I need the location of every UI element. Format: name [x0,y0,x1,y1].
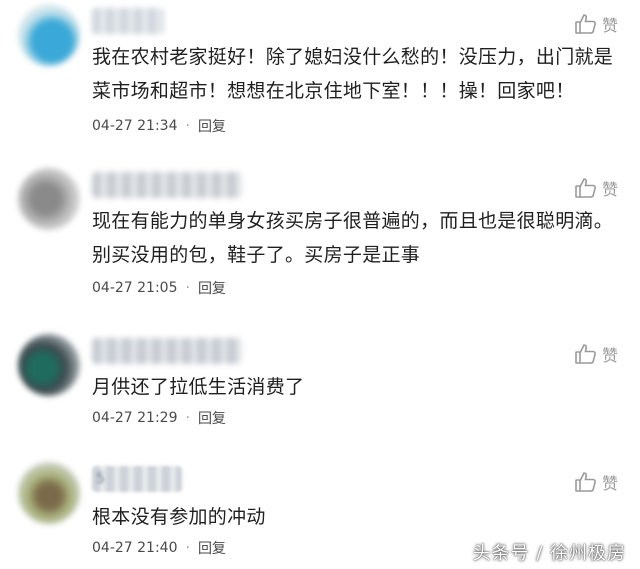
avatar[interactable] [18,4,80,66]
comment-text: 我在农村老家挺好！除了媳妇没什么愁的！没压力，出门就是菜市场和超市！想想在北京住… [92,46,614,102]
like-button[interactable]: 赞 [574,176,618,200]
avatar[interactable] [18,168,80,230]
reply-button[interactable]: 回复 [198,538,226,558]
separator: · [185,280,190,296]
thumbs-up-icon [575,178,596,198]
thumbs-up-icon [575,344,596,364]
comment-feed: 赞 我在农村老家挺好！除了媳妇没什么愁的！没压力，出门就是菜市场和超市！想想在北… [0,0,640,569]
comment-text: 根本没有参加的冲动 [92,506,266,528]
thumbs-up-icon [575,472,596,492]
like-button[interactable]: 赞 [574,342,618,366]
like-button[interactable]: 赞 [574,12,618,36]
reply-button[interactable]: 回复 [198,278,226,298]
username[interactable] [92,8,164,34]
comment-item: 赞 我在农村老家挺好！除了媳妇没什么愁的！没压力，出门就是菜市场和超市！想想在北… [0,4,640,154]
like-label: 赞 [601,474,618,493]
reply-button[interactable]: 回复 [198,116,226,136]
comment-meta: 04-27 21:40 · 回复 [92,538,226,558]
comment-text: 现在有能力的单身女孩买房子很普遍的，而且也是很聪明滴。别买没用的包，鞋子了。买房… [92,210,614,266]
thumbs-up-icon [575,14,596,34]
timestamp: 04-27 21:29 [92,410,178,426]
like-label: 赞 [601,180,618,199]
username[interactable] [92,172,242,198]
timestamp: 04-27 21:05 [92,280,178,296]
comment-meta: 04-27 21:34 · 回复 [92,116,226,136]
separator: · [185,410,190,426]
watermark: 头条号 / 徐州极房 [472,543,626,564]
like-label: 赞 [601,346,618,365]
username[interactable] [92,338,242,364]
comment-meta: 04-27 21:05 · 回复 [92,278,226,298]
timestamp: 04-27 21:40 [92,540,178,556]
username-text: 5 [96,471,105,487]
comment-item: 赞 月供还了拉低生活消费了 04-27 21:29 · 回复 [0,334,640,434]
avatar[interactable] [18,462,80,524]
separator: · [185,118,190,134]
separator: · [185,540,190,556]
timestamp: 04-27 21:34 [92,118,178,134]
comment-text: 月供还了拉低生活消费了 [92,376,305,398]
comment-meta: 04-27 21:29 · 回复 [92,408,226,428]
username[interactable]: 5 [92,466,182,492]
like-button[interactable]: 赞 [574,470,618,494]
avatar[interactable] [18,334,80,396]
like-label: 赞 [601,16,618,35]
reply-button[interactable]: 回复 [198,408,226,428]
comment-item: 赞 现在有能力的单身女孩买房子很普遍的，而且也是很聪明滴。别买没用的包，鞋子了。… [0,168,640,308]
